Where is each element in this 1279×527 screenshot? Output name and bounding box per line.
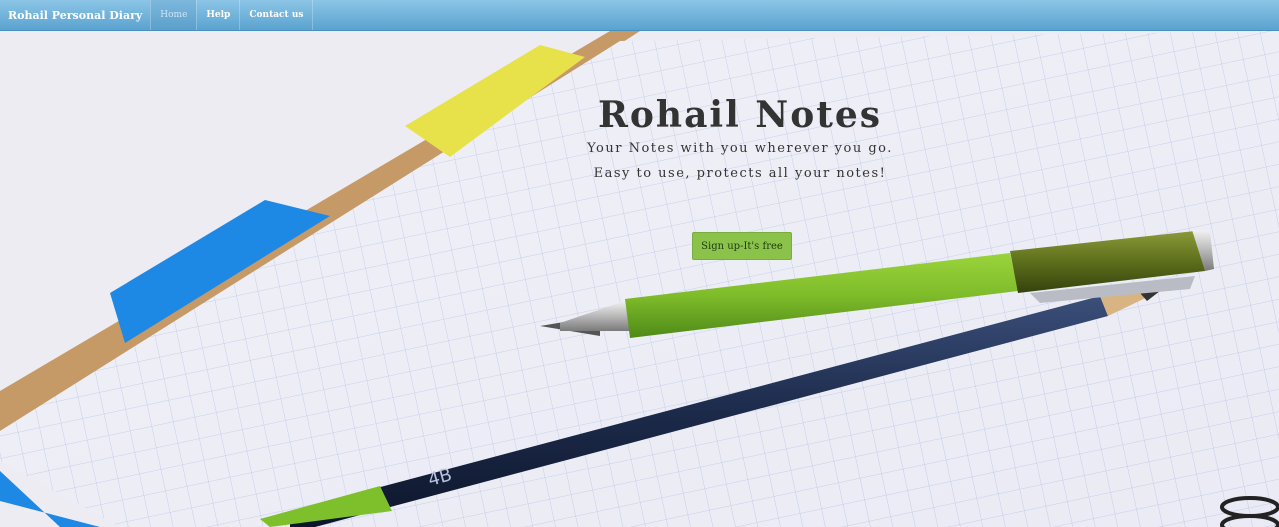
nav-contact-us[interactable]: Contact us — [239, 0, 314, 30]
brand-link[interactable]: Rohail Personal Diary — [0, 0, 150, 30]
hero-section: 4B Rohail Notes Your Notes with you wher… — [0, 31, 1279, 527]
hero-subtitle: Your Notes with you wherever you go. — [587, 141, 893, 156]
nav-home[interactable]: Home — [150, 0, 197, 30]
signup-button[interactable]: Sign up-It's free — [692, 232, 792, 260]
page-title: Rohail Notes — [597, 94, 883, 136]
nav-help[interactable]: Help — [196, 0, 239, 30]
hero-text-block: Rohail Notes Your Notes with you whereve… — [500, 97, 980, 181]
top-navbar: Rohail Personal Diary Home Help Contact … — [0, 0, 1279, 31]
hero-tagline: Easy to use, protects all your notes! — [593, 166, 887, 181]
